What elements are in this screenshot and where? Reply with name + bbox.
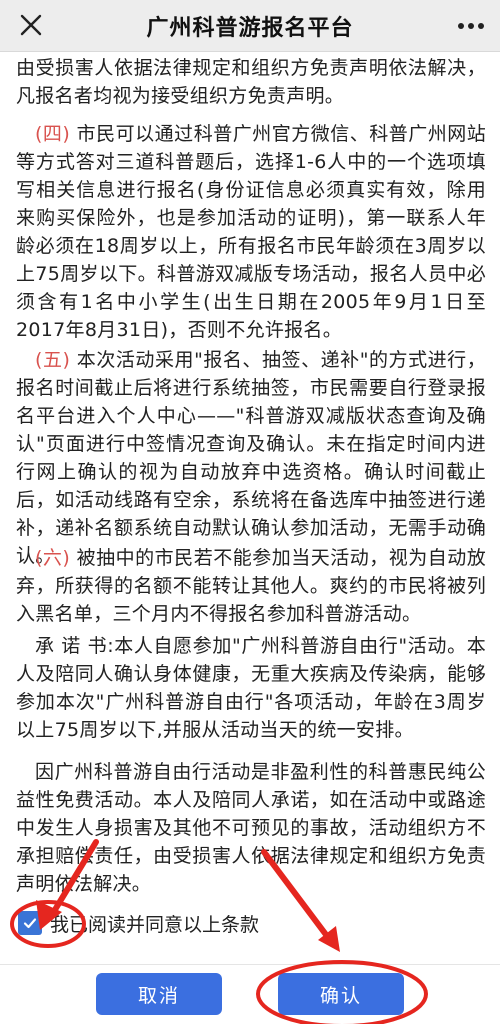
page-title: 广州科普游报名平台 [146, 15, 354, 41]
paragraph-6-number: (六) [35, 547, 71, 569]
confirm-button[interactable]: 确认 [278, 973, 404, 1015]
title-bar: 广州科普游报名平台 [0, 0, 500, 52]
pledge-paragraph: 承 诺 书:本人自愿参加"广州科普游自由行"活动。本人及陪同人确认身体健康，无重… [16, 635, 486, 741]
paragraph-6-text: 被抽中的市民若不能参加当天活动，视为自动放弃，所获得的名额不能转让其他人。爽约的… [16, 547, 487, 625]
paragraph-5-number: (五) [35, 349, 71, 371]
agree-terms-row[interactable]: 我已阅读并同意以上条款 [18, 908, 259, 938]
terms-content[interactable]: 由受损害人依据法律规定和组织方免责声明依法解决，凡报名者均视为接受组织方免责声明… [0, 52, 500, 964]
action-bar: 取消 确认 [0, 964, 500, 1024]
agree-checkbox[interactable] [18, 911, 42, 935]
close-button[interactable] [16, 10, 46, 40]
paragraph-4-number: (四) [35, 123, 71, 145]
paragraph-5-text: 本次活动采用"报名、抽签、递补"的方式进行，报名时间截止后将进行系统抽签，市民需… [16, 349, 486, 567]
checkmark-icon [23, 918, 37, 929]
close-icon[interactable] [19, 13, 43, 37]
paragraph-4: (四) 市民可以通过科普广州官方微信、科普广州网站等方式答对三道科普题后，选择1… [16, 120, 486, 344]
cancel-button[interactable]: 取消 [96, 973, 222, 1015]
agree-label[interactable]: 我已阅读并同意以上条款 [50, 910, 259, 937]
paragraph-5: (五) 本次活动采用"报名、抽签、递补"的方式进行，报名时间截止后将进行系统抽签… [16, 346, 486, 570]
paragraph-6: (六) 被抽中的市民若不能参加当天活动，视为自动放弃，所获得的名额不能转让其他人… [16, 544, 486, 628]
disclaimer-paragraph: 因广州科普游自由行活动是非盈利性的科普惠民纯公益性免费活动。本人及陪同人承诺，如… [16, 761, 486, 895]
paragraph-intro-tail: 由受损害人依据法律规定和组织方免责声明依法解决，凡报名者均视为接受组织方免责声明… [16, 57, 486, 107]
paragraph-4-text: 市民可以通过科普广州官方微信、科普广州网站等方式答对三道科普题后，选择1-6人中… [16, 123, 487, 341]
more-icon[interactable] [457, 22, 485, 30]
more-button[interactable] [456, 12, 486, 40]
